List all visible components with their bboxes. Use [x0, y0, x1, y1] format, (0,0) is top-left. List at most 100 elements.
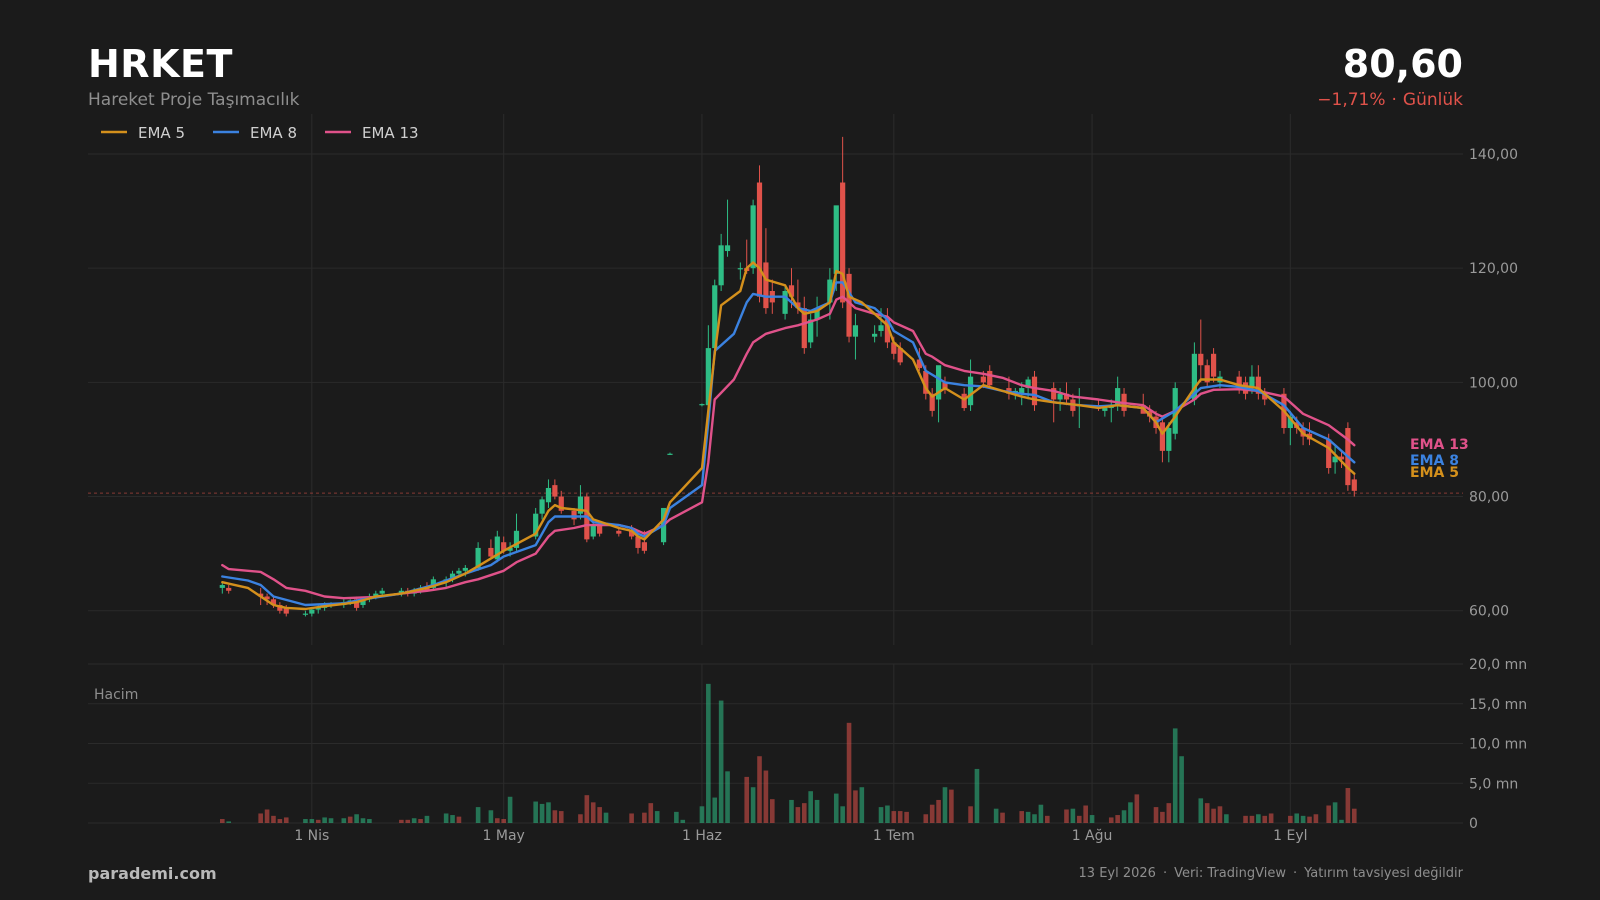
- volume-bar: [1089, 815, 1095, 823]
- candle-body: [987, 370, 993, 386]
- volume-bar: [315, 819, 321, 823]
- volume-bar: [1045, 815, 1050, 823]
- candle-body: [226, 587, 232, 591]
- candle-body: [1166, 428, 1172, 451]
- candle-body: [750, 205, 756, 269]
- volume-bar: [1070, 808, 1076, 823]
- volume-bar: [968, 806, 973, 823]
- time-tick-label: 1 Nis: [294, 828, 329, 844]
- ema5-line: [221, 261, 1356, 611]
- volume-bar: [578, 814, 583, 823]
- volume-bar: [411, 818, 417, 823]
- volume-bar: [1204, 803, 1210, 823]
- volume-bar: [942, 787, 948, 823]
- volume-tick-label: 15,0 mn: [1469, 697, 1527, 713]
- candle-body: [539, 499, 545, 514]
- volume-bar: [341, 818, 347, 823]
- ema-end-labels: EMA 13EMA 8EMA 5: [1410, 437, 1469, 481]
- volume-bar: [558, 811, 564, 823]
- volume-bar: [763, 770, 769, 823]
- chart-grid: [88, 114, 1463, 824]
- brand-logo-text[interactable]: parademi.com: [88, 864, 217, 883]
- volume-tick-label: 20,0 mn: [1469, 657, 1527, 673]
- candle-body: [488, 547, 494, 557]
- volume-tick-label: 10,0 mn: [1469, 737, 1527, 753]
- volume-bar: [443, 813, 449, 823]
- candle-body: [462, 567, 468, 571]
- volume-bar: [929, 804, 935, 823]
- footer-info: 13 Eyl 2026 · Veri: TradingView · Yatırım ta…: [1079, 866, 1463, 881]
- volume-bar: [322, 817, 327, 823]
- candle-body: [590, 525, 596, 537]
- volume-bar: [475, 807, 481, 823]
- volume-bar: [258, 813, 263, 823]
- price-chart: 60,00 80,00 100,00 120,00 140,00 0 5,0 mn 10,0 …: [88, 114, 1527, 844]
- volume-bar: [1076, 815, 1082, 823]
- volume-bar: [405, 819, 411, 823]
- time-tick-label: 1 Eyl: [1273, 828, 1307, 844]
- footer-source: Veri: TradingView: [1174, 866, 1286, 881]
- volume-bar: [309, 819, 315, 823]
- volume-bar: [1268, 813, 1274, 823]
- legend-label: EMA 8: [250, 124, 297, 142]
- candle-body: [545, 487, 552, 503]
- ema-end-label: EMA 13: [1410, 437, 1469, 453]
- volume-bar: [488, 810, 494, 823]
- volume-bar: [1153, 807, 1159, 823]
- volume-bar: [367, 819, 372, 823]
- time-tick-label: 1 May: [483, 828, 525, 844]
- volume-bar: [533, 801, 538, 823]
- candle-body: [878, 325, 884, 331]
- volume-bar: [1000, 812, 1005, 823]
- volume-bar: [1121, 810, 1127, 823]
- volume-bar: [1249, 815, 1255, 823]
- candle-body: [641, 542, 647, 551]
- candle-body: [597, 525, 603, 534]
- volume-bar: [501, 819, 506, 823]
- candle-body: [980, 376, 986, 383]
- candle-body: [379, 590, 385, 594]
- volume-bar: [539, 803, 545, 823]
- volume-bar: [495, 818, 500, 823]
- candle-body: [1210, 353, 1217, 377]
- volume-bar: [1025, 811, 1031, 823]
- volume-bar: [1064, 809, 1069, 823]
- legend-label: EMA 5: [138, 124, 185, 142]
- volume-bar: [770, 799, 775, 823]
- time-tick-label: 1 Ağu: [1072, 828, 1113, 844]
- volume-bar: [789, 799, 794, 823]
- candle-body: [724, 245, 731, 252]
- candle-body: [667, 453, 673, 455]
- volume-bar: [885, 805, 890, 823]
- chart-legend: EMA 5 EMA 8 EMA 13: [101, 124, 419, 142]
- footer-separator: ·: [1162, 866, 1168, 881]
- volume-bar: [1224, 814, 1229, 823]
- candle-body: [852, 325, 859, 337]
- price-tick-label: 100,00: [1469, 375, 1518, 391]
- volume-bar: [936, 799, 941, 823]
- volume-bar: [801, 803, 807, 823]
- volume-bar: [757, 756, 762, 823]
- volume-bar: [360, 818, 366, 823]
- volume-bar: [450, 815, 455, 823]
- volume-bar: [897, 811, 903, 823]
- candle-body: [219, 585, 225, 588]
- axis-labels: 60,00 80,00 100,00 120,00 140,00 0 5,0 mn 10,0 …: [94, 147, 1527, 844]
- volume-bar: [859, 787, 865, 823]
- volume-bar: [1262, 815, 1268, 823]
- volume-bar: [712, 797, 718, 823]
- volume-bar: [1032, 814, 1037, 823]
- candle-body: [756, 182, 763, 297]
- volume-bar: [1300, 815, 1306, 823]
- volume-bar: [629, 813, 634, 823]
- candlesticks: [219, 136, 1357, 617]
- volume-bar: [597, 807, 602, 823]
- price-tick-label: 60,00: [1469, 604, 1509, 620]
- volume-bar: [418, 819, 423, 823]
- volume-bar: [1038, 804, 1044, 823]
- volume-bar: [699, 806, 705, 823]
- volume-bar: [1326, 805, 1331, 823]
- volume-bars: [220, 683, 1357, 823]
- ema13-line: [221, 295, 1356, 600]
- volume-bar: [1179, 756, 1184, 823]
